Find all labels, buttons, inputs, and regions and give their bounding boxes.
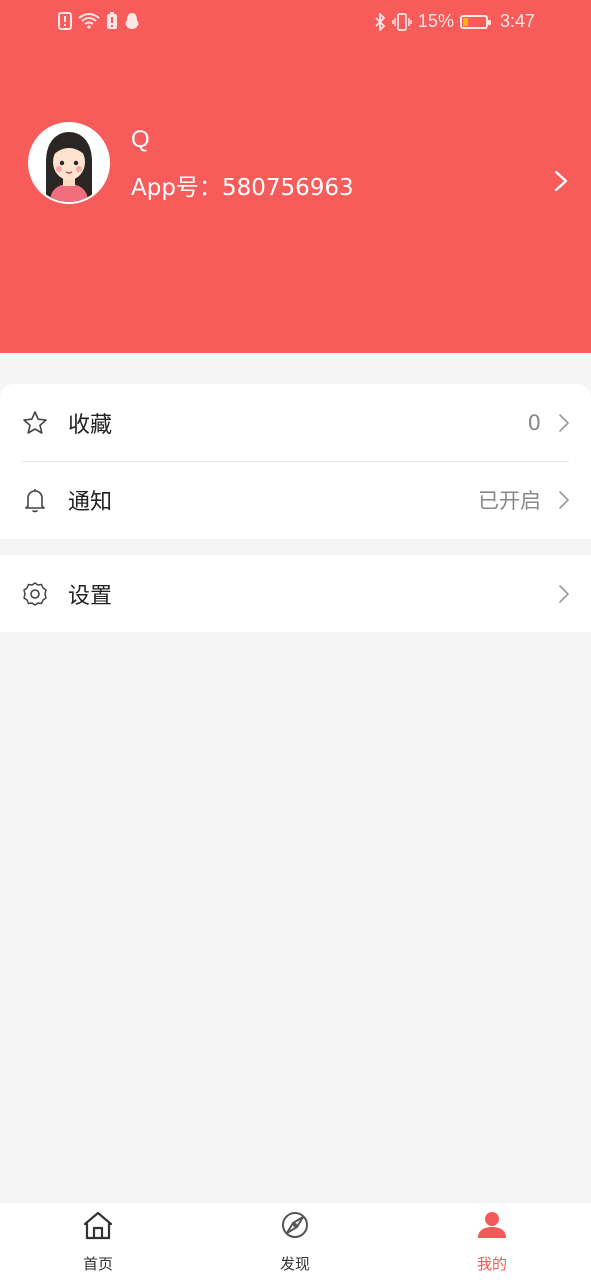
status-left-icons [58, 12, 140, 30]
menu-card-settings: 设置 [0, 555, 591, 632]
gear-icon [23, 581, 47, 606]
settings-row[interactable]: 设置 [0, 555, 591, 632]
avatar[interactable] [28, 122, 110, 204]
app-id: App号：580756963 [131, 168, 354, 202]
chevron-right-icon [559, 413, 569, 432]
settings-label: 设置 [68, 583, 113, 609]
tab-home[interactable]: 首页 [38, 1203, 158, 1280]
bell-icon [25, 488, 45, 512]
tab-discover-label: 发现 [279, 1255, 310, 1273]
vibrate-icon [392, 12, 412, 31]
tab-home-label: 首页 [82, 1255, 113, 1273]
battery-alert-icon [107, 12, 117, 29]
favorites-count: 0 [527, 410, 541, 435]
clock: 3:47 [499, 11, 535, 31]
notifications-row[interactable]: 通知 已开启 [0, 461, 591, 538]
avatar-illustration-icon [30, 124, 108, 202]
chevron-right-icon[interactable] [554, 170, 568, 192]
user-name: Q [131, 126, 150, 153]
status-bar: 15% 3:47 [0, 0, 591, 46]
notifications-status: 已开启 [478, 488, 541, 513]
battery-percent: 15% [417, 11, 454, 31]
wifi-icon [78, 13, 100, 29]
notifications-label: 通知 [68, 489, 113, 515]
star-icon [23, 410, 47, 434]
bluetooth-icon [375, 12, 386, 31]
chevron-right-icon [559, 584, 569, 603]
tab-discover[interactable]: 发现 [235, 1203, 355, 1280]
sim-alert-icon [58, 12, 72, 30]
bottom-tab-bar: 首页 发现 我的 [0, 1202, 591, 1280]
app-id-label: App号： [131, 175, 222, 201]
app-id-value: 580756963 [221, 175, 354, 201]
discover-icon [282, 1212, 308, 1238]
qq-notification-icon [125, 13, 139, 29]
favorites-row[interactable]: 收藏 0 [0, 384, 591, 461]
profile-row[interactable]: Q App号：580756963 [28, 122, 568, 204]
profile-header: 15% 3:47 Q App号：580756963 [0, 0, 591, 353]
tab-mine-label: 我的 [476, 1255, 507, 1273]
battery-icon [459, 14, 491, 29]
menu-card-primary: 收藏 0 通知 已开启 [0, 384, 591, 539]
user-icon [478, 1212, 506, 1238]
favorites-label: 收藏 [68, 412, 113, 438]
tab-mine[interactable]: 我的 [432, 1203, 552, 1280]
home-icon [83, 1211, 113, 1240]
status-right-icons: 15% 3:47 [374, 11, 535, 32]
chevron-right-icon [559, 490, 569, 509]
